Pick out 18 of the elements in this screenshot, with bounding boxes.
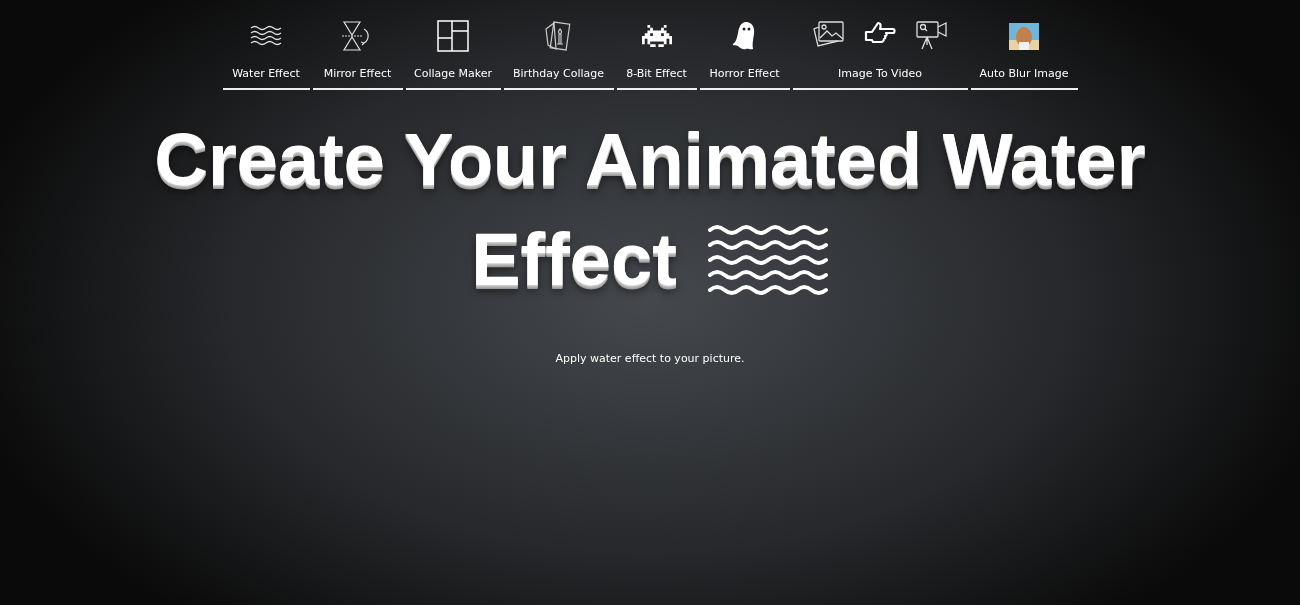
hero-subtitle: Apply water effect to your picture.	[555, 351, 745, 365]
nav-link[interactable]: Horror Effect	[699, 18, 790, 90]
nav-link[interactable]: Water Effect	[222, 18, 310, 90]
video-camera-icon	[916, 21, 948, 51]
waves-icon	[250, 25, 282, 47]
nav-link[interactable]: 8-Bit Effect	[616, 18, 697, 90]
nav-link[interactable]: Image To Video	[792, 18, 968, 90]
grid-icon	[437, 20, 469, 52]
pixel-invader-icon	[641, 25, 672, 47]
hero-title: Effect	[471, 216, 677, 303]
hero-title: Create Your Animated Water	[154, 117, 1146, 203]
waves-icon	[706, 223, 829, 296]
photos-icon	[812, 21, 844, 47]
nav-link[interactable]: Auto Blur Image	[970, 18, 1078, 90]
photo-placeholder	[1009, 22, 1039, 50]
nav-link[interactable]: Collage Maker	[405, 18, 501, 90]
nav-link[interactable]: Birthday Collage	[503, 18, 614, 90]
nav-link[interactable]: Mirror Effect	[312, 18, 403, 90]
